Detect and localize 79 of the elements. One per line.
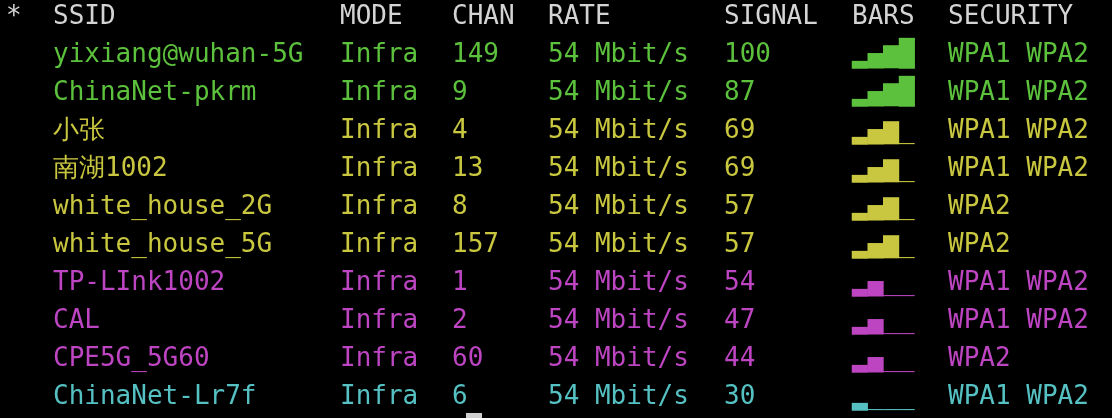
rate-text: 54 Mbit/s bbox=[548, 303, 689, 336]
security-text: WPA2 bbox=[948, 227, 1011, 260]
column-header: BARS bbox=[852, 0, 915, 32]
ssid-text: ChinaNet-pkrm bbox=[53, 75, 257, 108]
security-text: WPA2 bbox=[948, 341, 1011, 374]
ssid-text: TP-LInk1002 bbox=[53, 265, 226, 298]
rate-text: 54 Mbit/s bbox=[548, 189, 689, 222]
ssid-text: CAL bbox=[53, 303, 100, 336]
mode-text: Infra bbox=[340, 303, 419, 336]
rate-text: 54 Mbit/s bbox=[548, 151, 689, 184]
signal-text: 44 bbox=[724, 341, 756, 374]
mode-text: Infra bbox=[340, 265, 419, 298]
column-header: SSID bbox=[53, 0, 116, 32]
channel-text: 1 bbox=[452, 265, 468, 298]
mode-text: Infra bbox=[340, 341, 419, 374]
mode-text: Infra bbox=[340, 379, 419, 412]
in-use-header: * bbox=[6, 0, 22, 32]
signal-text: 69 bbox=[724, 151, 756, 184]
signal-text: 69 bbox=[724, 113, 756, 146]
cursor bbox=[466, 413, 482, 418]
channel-text: 2 bbox=[452, 303, 468, 336]
rate-text: 54 Mbit/s bbox=[548, 379, 689, 412]
column-header: MODE bbox=[340, 0, 403, 32]
channel-text: 60 bbox=[452, 341, 484, 374]
signal-text: 57 bbox=[724, 189, 756, 222]
mode-text: Infra bbox=[340, 113, 419, 146]
channel-text: 6 bbox=[452, 379, 468, 412]
rate-text: 54 Mbit/s bbox=[548, 341, 689, 374]
signal-bars: ▂▄▆█ bbox=[852, 72, 915, 110]
signal-text: 30 bbox=[724, 379, 756, 412]
column-header: RATE bbox=[548, 0, 611, 32]
column-header: SIGNAL bbox=[724, 0, 818, 32]
signal-text: 57 bbox=[724, 227, 756, 260]
ssid-text: white_house_5G bbox=[53, 227, 273, 260]
security-text: WPA1 WPA2 bbox=[948, 151, 1089, 184]
signal-text: 54 bbox=[724, 265, 756, 298]
ssid-text: white_house_2G bbox=[53, 189, 273, 222]
mode-text: Infra bbox=[340, 189, 419, 222]
rate-text: 54 Mbit/s bbox=[548, 75, 689, 108]
security-text: WPA1 WPA2 bbox=[948, 113, 1089, 146]
mode-text: Infra bbox=[340, 37, 419, 70]
ssid-text: yixiang@wuhan-5G bbox=[53, 37, 304, 70]
column-header: CHAN bbox=[452, 0, 515, 32]
rate-text: 54 Mbit/s bbox=[548, 227, 689, 260]
rate-text: 54 Mbit/s bbox=[548, 265, 689, 298]
channel-text: 9 bbox=[452, 75, 468, 108]
signal-bars: ▂▄__ bbox=[852, 262, 915, 300]
security-text: WPA1 WPA2 bbox=[948, 75, 1089, 108]
channel-text: 157 bbox=[452, 227, 499, 260]
ssid-text: CPE5G_5G60 bbox=[53, 341, 210, 374]
security-text: WPA2 bbox=[948, 189, 1011, 222]
signal-text: 47 bbox=[724, 303, 756, 336]
channel-text: 4 bbox=[452, 113, 468, 146]
column-header: SECURITY bbox=[948, 0, 1074, 32]
signal-bars: ▂▄▆_ bbox=[852, 186, 915, 224]
security-text: WPA1 WPA2 bbox=[948, 265, 1089, 298]
signal-bars: ▂▄__ bbox=[852, 300, 915, 338]
channel-text: 8 bbox=[452, 189, 468, 222]
mode-text: Infra bbox=[340, 75, 419, 108]
security-text: WPA1 WPA2 bbox=[948, 37, 1089, 70]
signal-bars: ▂▄▆_ bbox=[852, 224, 915, 262]
rate-text: 54 Mbit/s bbox=[548, 113, 689, 146]
signal-bars: ▂▄▆_ bbox=[852, 148, 915, 186]
signal-text: 87 bbox=[724, 75, 756, 108]
ssid-text: 小张 bbox=[53, 113, 105, 146]
mode-text: Infra bbox=[340, 151, 419, 184]
mode-text: Infra bbox=[340, 227, 419, 260]
ssid-text: 南湖1002 bbox=[53, 151, 168, 184]
signal-text: 100 bbox=[724, 37, 771, 70]
signal-bars: ▂▄▆_ bbox=[852, 110, 915, 148]
signal-bars: ▂▄__ bbox=[852, 338, 915, 376]
ssid-text: ChinaNet-Lr7f bbox=[53, 379, 257, 412]
security-text: WPA1 WPA2 bbox=[948, 379, 1089, 412]
signal-bars: ▂___ bbox=[852, 376, 915, 414]
security-text: WPA1 WPA2 bbox=[948, 303, 1089, 336]
signal-bars: ▂▄▆█ bbox=[852, 34, 915, 72]
channel-text: 149 bbox=[452, 37, 499, 70]
channel-text: 13 bbox=[452, 151, 484, 184]
rate-text: 54 Mbit/s bbox=[548, 37, 689, 70]
